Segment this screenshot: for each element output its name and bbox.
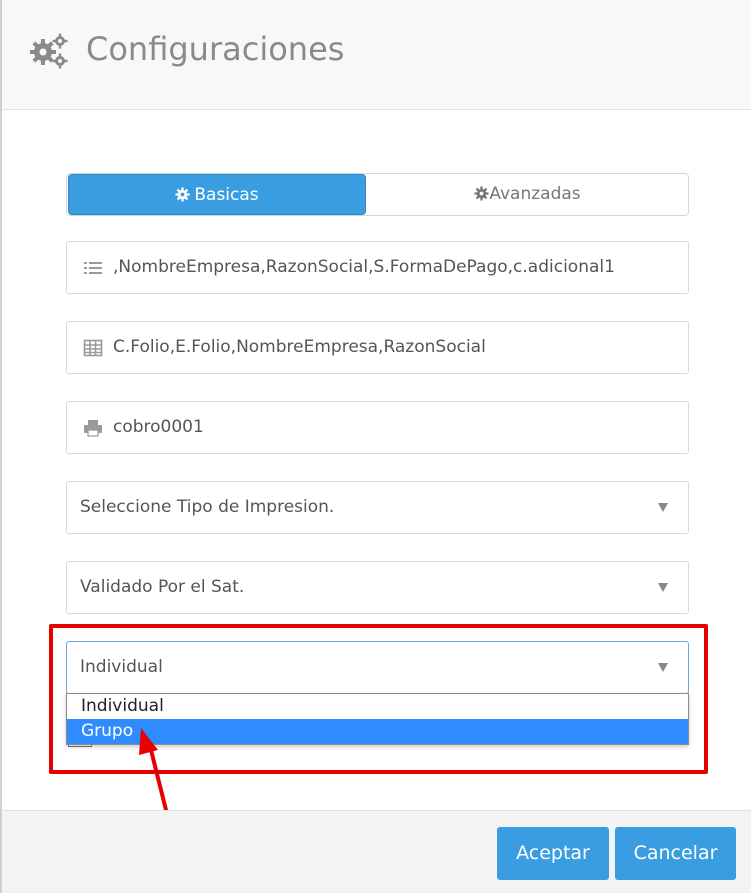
cancel-button[interactable]: Cancelar bbox=[615, 827, 736, 880]
gear-icon bbox=[474, 186, 489, 201]
printer-icon bbox=[84, 420, 102, 437]
printer-field-value: cobro0001 bbox=[113, 417, 204, 437]
printer-field[interactable]: cobro0001 bbox=[66, 401, 689, 454]
tab-bar: Basicas Avanzadas bbox=[66, 173, 689, 216]
columns-field[interactable]: ,NombreEmpresa,RazonSocial,S.FormaDePago… bbox=[66, 241, 689, 294]
modal-title: Configuraciones bbox=[86, 30, 345, 68]
gear-icon bbox=[175, 187, 190, 202]
validation-select-value: Validado Por el Sat. bbox=[80, 577, 245, 597]
chevron-down-icon bbox=[658, 583, 668, 592]
grouping-select-value: Individual bbox=[80, 657, 163, 677]
validation-select[interactable]: Validado Por el Sat. bbox=[66, 561, 689, 614]
tab-basicas-label: Basicas bbox=[194, 185, 259, 205]
modal-footer: Aceptar Cancelar bbox=[2, 810, 751, 893]
dropdown-option-grupo[interactable]: Grupo bbox=[67, 719, 688, 744]
dropdown-option-individual[interactable]: Individual bbox=[67, 694, 688, 719]
tab-avanzadas-label: Avanzadas bbox=[489, 184, 581, 204]
accept-button[interactable]: Aceptar bbox=[497, 827, 609, 880]
chevron-down-icon bbox=[658, 663, 668, 672]
grouping-select[interactable]: Individual bbox=[66, 641, 689, 694]
gears-icon bbox=[30, 33, 68, 69]
order-fields-field[interactable]: C.Folio,E.Folio,NombreEmpresa,RazonSocia… bbox=[66, 321, 689, 374]
list-icon bbox=[84, 262, 102, 274]
print-type-select-value: Seleccione Tipo de Impresion. bbox=[80, 497, 335, 517]
tab-basicas[interactable]: Basicas bbox=[68, 174, 366, 215]
order-fields-value: C.Folio,E.Folio,NombreEmpresa,RazonSocia… bbox=[113, 337, 486, 357]
tab-avanzadas[interactable]: Avanzadas bbox=[367, 174, 688, 215]
columns-field-value: ,NombreEmpresa,RazonSocial,S.FormaDePago… bbox=[113, 257, 615, 277]
configuration-modal: Configuraciones Basicas Avanzadas ,Nombr… bbox=[0, 0, 751, 893]
print-type-select[interactable]: Seleccione Tipo de Impresion. bbox=[66, 481, 689, 534]
modal-header: Configuraciones bbox=[2, 0, 751, 110]
chevron-down-icon bbox=[658, 503, 668, 512]
grouping-dropdown-list: Individual Grupo bbox=[66, 693, 689, 745]
table-icon bbox=[83, 339, 103, 357]
